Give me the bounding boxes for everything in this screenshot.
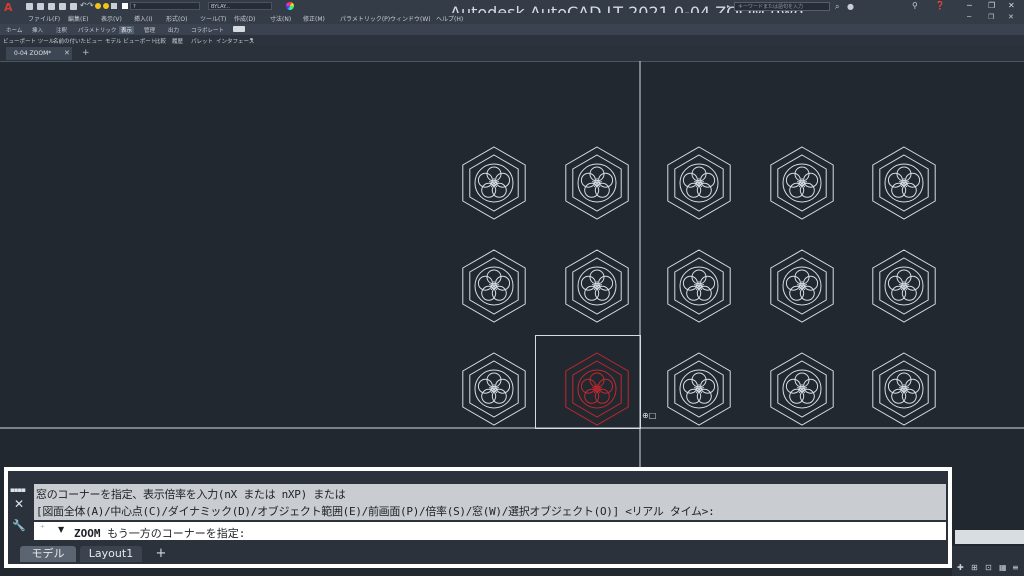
cursor-zoom-icon: ⊕□ xyxy=(642,411,656,420)
kamon-symbol-r2c3 xyxy=(667,249,731,323)
menu-parametric[interactable]: パラメトリック(P) xyxy=(340,14,390,23)
tab-parametric[interactable]: パラメトリック xyxy=(78,26,116,34)
command-close-icon[interactable]: ✕ xyxy=(14,497,24,511)
new-tab-button[interactable]: + xyxy=(82,47,90,60)
tab-layout1[interactable]: Layout1 xyxy=(80,546,142,562)
ribbon-minimize-toggle[interactable] xyxy=(233,26,245,32)
menu-draw[interactable]: 作成(D) xyxy=(234,14,255,23)
layout-grid-icon[interactable]: ▦ xyxy=(999,563,1007,572)
help-icon[interactable]: ❓ xyxy=(935,1,945,10)
kamon-symbol-r1c3 xyxy=(667,146,731,220)
maximize-button[interactable]: ❐ xyxy=(988,1,995,10)
kamon-symbol-r3c3 xyxy=(667,352,731,426)
search-expand-icon[interactable]: ▸ xyxy=(727,3,730,10)
menu-bar xyxy=(0,13,1024,24)
active-command-name: ZOOM xyxy=(74,527,101,540)
freeze-icon[interactable] xyxy=(103,3,109,9)
doc-restore-button[interactable]: ❐ xyxy=(988,13,994,21)
menu-tools[interactable]: ツール(T) xyxy=(200,14,226,23)
kamon-symbol-r2c1 xyxy=(462,249,526,323)
kamon-symbol-r1c2 xyxy=(565,146,629,220)
doc-minimize-button[interactable]: ─ xyxy=(967,13,971,21)
new-file-icon[interactable] xyxy=(26,3,33,10)
share-icon[interactable]: ⚲ xyxy=(912,1,918,10)
kamon-symbol-r2c5 xyxy=(872,249,936,323)
kamon-symbol-r1c1 xyxy=(462,146,526,220)
document-tab-bar xyxy=(0,45,1024,62)
command-window-grip-icon[interactable]: ▪▪▪▪ xyxy=(10,486,26,494)
layer-on-icon[interactable] xyxy=(95,3,101,9)
panel-named-views[interactable]: 名前の付いたビュー xyxy=(53,37,103,45)
menu-modify[interactable]: 修正(M) xyxy=(303,14,325,23)
linetype-dropdown[interactable]: BYLAY... xyxy=(208,2,272,10)
kamon-symbol-r1c4 xyxy=(770,146,834,220)
command-prompt: ZOOM もう一方のコーナーを指定: xyxy=(74,525,245,541)
kamon-symbol-r3c5 xyxy=(872,352,936,426)
menu-edit[interactable]: 編集(E) xyxy=(68,14,88,23)
customize-wrench-icon[interactable]: 🔧 xyxy=(12,519,26,532)
redo-icon[interactable]: ↷ xyxy=(87,1,94,10)
kamon-symbol-r2c2 xyxy=(565,249,629,323)
panel-viewport-tools[interactable]: ビューポート ツール xyxy=(3,37,54,45)
save-icon[interactable] xyxy=(48,3,55,10)
command-prompt-text: もう一方のコーナーを指定: xyxy=(100,527,246,540)
recent-commands-icon[interactable]: ⁺ xyxy=(40,524,45,534)
panel-history[interactable]: 履歴 xyxy=(172,37,183,45)
tab-output[interactable]: 出力 xyxy=(168,26,179,34)
tab-insert[interactable]: 挿入 xyxy=(32,26,43,34)
menu-insert[interactable]: 挿入(I) xyxy=(134,14,152,23)
history-line-2: [図面全体(A)/中心点(C)/ダイナミック(D)/オブジェクト範囲(E)/前画… xyxy=(36,505,715,518)
lock-icon[interactable] xyxy=(111,3,117,9)
search-input[interactable]: キーワードまたは語句を入力 xyxy=(734,2,830,11)
menu-file[interactable]: ファイル(F) xyxy=(28,14,60,23)
history-line-1: 窓のコーナーを指定、表示倍率を入力(nX または nXP) または xyxy=(36,488,346,501)
viewport-icon[interactable]: ⊡ xyxy=(985,563,992,572)
status-bar-strip xyxy=(955,530,1024,544)
menu-help[interactable]: ヘルプ(H) xyxy=(436,14,463,23)
panel-interface[interactable]: インタフェース xyxy=(216,37,254,45)
menu-dimension[interactable]: 寸法(N) xyxy=(270,14,291,23)
tab-collaborate[interactable]: コラボレート xyxy=(191,26,224,34)
kamon-symbol-r3c1 xyxy=(462,352,526,426)
tab-home[interactable]: ホーム xyxy=(6,26,22,34)
snap-icon[interactable]: ⊞ xyxy=(971,563,978,572)
document-tab-close-icon[interactable]: ✕ xyxy=(64,47,70,60)
command-dropdown-icon[interactable]: ▼ xyxy=(58,525,64,534)
panel-model-viewports[interactable]: モデル ビューポート xyxy=(105,37,156,45)
user-icon[interactable]: ● xyxy=(847,2,854,11)
tab-model[interactable]: モデル xyxy=(20,546,76,562)
add-layout-button[interactable]: + xyxy=(150,546,172,562)
layer-dropdown[interactable]: ? xyxy=(130,2,200,10)
color-swatch-icon[interactable] xyxy=(122,3,128,9)
plot-icon[interactable] xyxy=(70,3,77,10)
undo-icon[interactable]: ↶ xyxy=(80,1,87,10)
menu-window[interactable]: ウィンドウ(W) xyxy=(390,14,431,23)
search-icon[interactable]: ⌕ xyxy=(835,2,839,12)
panel-compare[interactable]: 比較 xyxy=(155,37,166,45)
tab-annotate[interactable]: 注釈 xyxy=(56,26,67,34)
open-file-icon[interactable] xyxy=(37,3,44,10)
grid-icon[interactable]: ✚ xyxy=(957,563,964,572)
save-as-icon[interactable] xyxy=(59,3,66,10)
tab-manage[interactable]: 管理 xyxy=(144,26,155,34)
customize-menu-icon[interactable]: ≡ xyxy=(1012,563,1019,572)
minimize-button[interactable]: ─ xyxy=(967,1,972,10)
tab-view[interactable]: 表示 xyxy=(119,26,135,34)
menu-view[interactable]: 表示(V) xyxy=(101,14,122,23)
zoom-window-rectangle xyxy=(535,335,641,429)
color-wheel-icon[interactable] xyxy=(286,2,294,10)
kamon-symbol-r3c4 xyxy=(770,352,834,426)
kamon-symbol-r3c2 xyxy=(565,352,629,426)
kamon-symbol-r2c4 xyxy=(770,249,834,323)
kamon-symbol-r1c5 xyxy=(872,146,936,220)
menu-format[interactable]: 形式(O) xyxy=(166,14,187,23)
panel-expand-icon[interactable]: ▾ xyxy=(250,37,253,43)
doc-close-button[interactable]: ✕ xyxy=(1008,13,1014,21)
panel-palettes[interactable]: パレット xyxy=(191,37,213,45)
close-button[interactable]: ✕ xyxy=(1008,1,1015,10)
document-tab[interactable]: 0-04 ZOOM* xyxy=(6,47,72,60)
